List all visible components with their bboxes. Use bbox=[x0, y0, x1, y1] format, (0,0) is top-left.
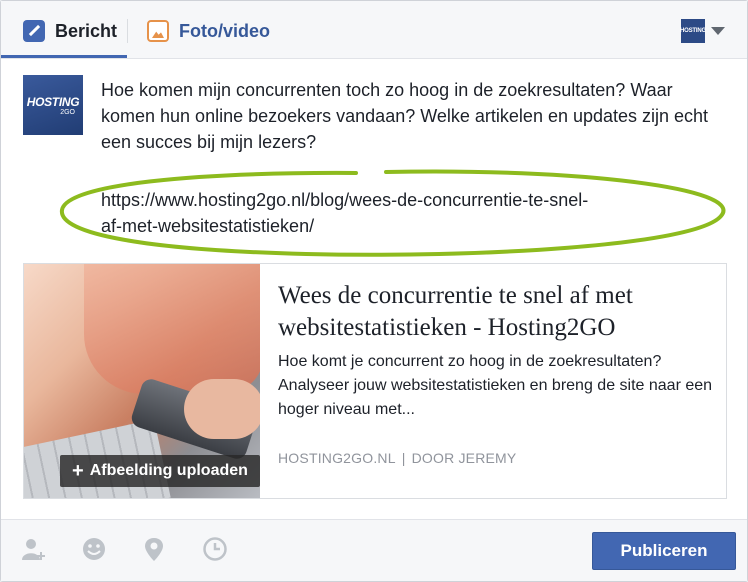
upload-image-button[interactable]: + Afbeelding uploaden bbox=[60, 455, 260, 487]
link-preview-card[interactable]: + Afbeelding uploaden Wees de concurrent… bbox=[23, 263, 727, 499]
preview-meta: HOSTING2GO.NL | DOOR JEREMY bbox=[278, 450, 718, 466]
tag-friends-icon[interactable] bbox=[21, 536, 47, 562]
location-icon[interactable] bbox=[141, 536, 167, 562]
tab-foto-video[interactable]: Foto/video bbox=[147, 15, 270, 47]
clock-icon[interactable] bbox=[202, 536, 228, 562]
tab-bericht-label: Bericht bbox=[55, 20, 118, 41]
active-tab-indicator bbox=[1, 55, 127, 58]
tab-foto-video-label: Foto/video bbox=[179, 20, 270, 41]
plus-icon: + bbox=[72, 460, 84, 482]
preview-image-sweater bbox=[84, 264, 260, 394]
tab-divider bbox=[127, 19, 128, 43]
post-link-line-1: https://www.hosting2go.nl/blog/wees-de-c… bbox=[101, 190, 589, 210]
preview-author: DOOR JEREMY bbox=[411, 450, 517, 466]
profile-switcher[interactable]: HOSTING bbox=[680, 19, 725, 43]
post-text[interactable]: Hoe komen mijn concurrenten toch zo hoog… bbox=[101, 77, 721, 155]
preview-description[interactable]: Hoe komt je concurrent zo hoog in de zoe… bbox=[278, 350, 718, 422]
publish-button[interactable]: Publiceren bbox=[592, 532, 736, 570]
feeling-icon[interactable] bbox=[81, 536, 107, 562]
profile-mini-logo: HOSTING bbox=[680, 19, 706, 43]
preview-title[interactable]: Wees de concurrentie te snel af met webs… bbox=[278, 280, 718, 344]
post-link[interactable]: https://www.hosting2go.nl/blog/wees-de-c… bbox=[101, 187, 721, 239]
preview-meta-separator: | bbox=[401, 450, 406, 466]
tab-bericht[interactable]: Bericht bbox=[23, 15, 117, 47]
preview-domain: HOSTING2GO.NL bbox=[278, 450, 396, 466]
photo-icon bbox=[147, 20, 169, 42]
preview-image-hand bbox=[184, 379, 260, 439]
pencil-icon bbox=[23, 20, 45, 42]
avatar-logo-text: HOSTING bbox=[26, 94, 80, 109]
composer-tabs: Bericht Foto/video HOSTING bbox=[1, 1, 747, 59]
upload-image-label: Afbeelding uploaden bbox=[89, 462, 248, 479]
post-composer: Bericht Foto/video HOSTING HOSTING 2GO H… bbox=[0, 0, 748, 582]
avatar-logo-sub: 2GO bbox=[60, 108, 75, 116]
composer-footer: Publiceren bbox=[1, 519, 747, 581]
avatar: HOSTING 2GO bbox=[23, 75, 83, 135]
chevron-down-icon bbox=[711, 27, 725, 35]
post-link-line-2: af-met-websitestatistieken/ bbox=[101, 216, 315, 236]
